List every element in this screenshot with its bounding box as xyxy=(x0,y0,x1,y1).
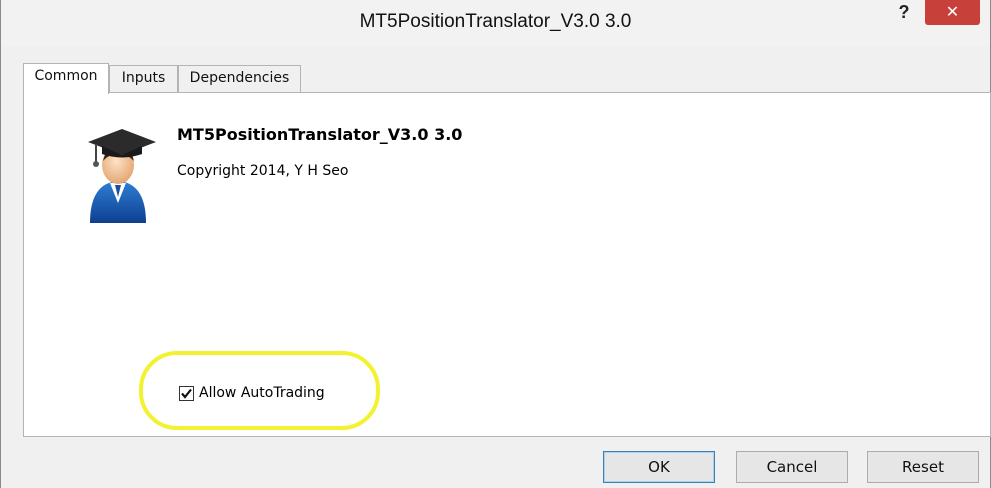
common-tab-panel: MT5PositionTranslator_V3.0 3.0 Copyright… xyxy=(23,92,991,437)
close-icon: ✕ xyxy=(945,2,960,21)
tab-inputs[interactable]: Inputs xyxy=(109,65,178,92)
title-bar[interactable]: MT5PositionTranslator_V3.0 3.0 ? ✕ xyxy=(1,0,990,46)
ok-button[interactable]: OK xyxy=(603,451,715,483)
cancel-button[interactable]: Cancel xyxy=(736,451,848,483)
checkmark-icon xyxy=(181,388,192,399)
window-title: MT5PositionTranslator_V3.0 3.0 xyxy=(359,11,632,32)
app-name: MT5PositionTranslator_V3.0 3.0 xyxy=(177,125,463,144)
allow-autotrading-checkbox[interactable] xyxy=(179,386,194,401)
copyright-text: Copyright 2014, Y H Seo xyxy=(177,163,349,179)
graduate-user-icon xyxy=(76,123,162,223)
tab-common[interactable]: Common xyxy=(23,63,109,94)
allow-autotrading-label[interactable]: Allow AutoTrading xyxy=(199,385,325,401)
tab-dependencies[interactable]: Dependencies xyxy=(178,65,301,92)
reset-button[interactable]: Reset xyxy=(867,451,979,483)
close-button[interactable]: ✕ xyxy=(925,0,980,25)
help-button[interactable]: ? xyxy=(889,0,919,26)
dialog-window: MT5PositionTranslator_V3.0 3.0 ? ✕ Commo… xyxy=(0,0,991,488)
